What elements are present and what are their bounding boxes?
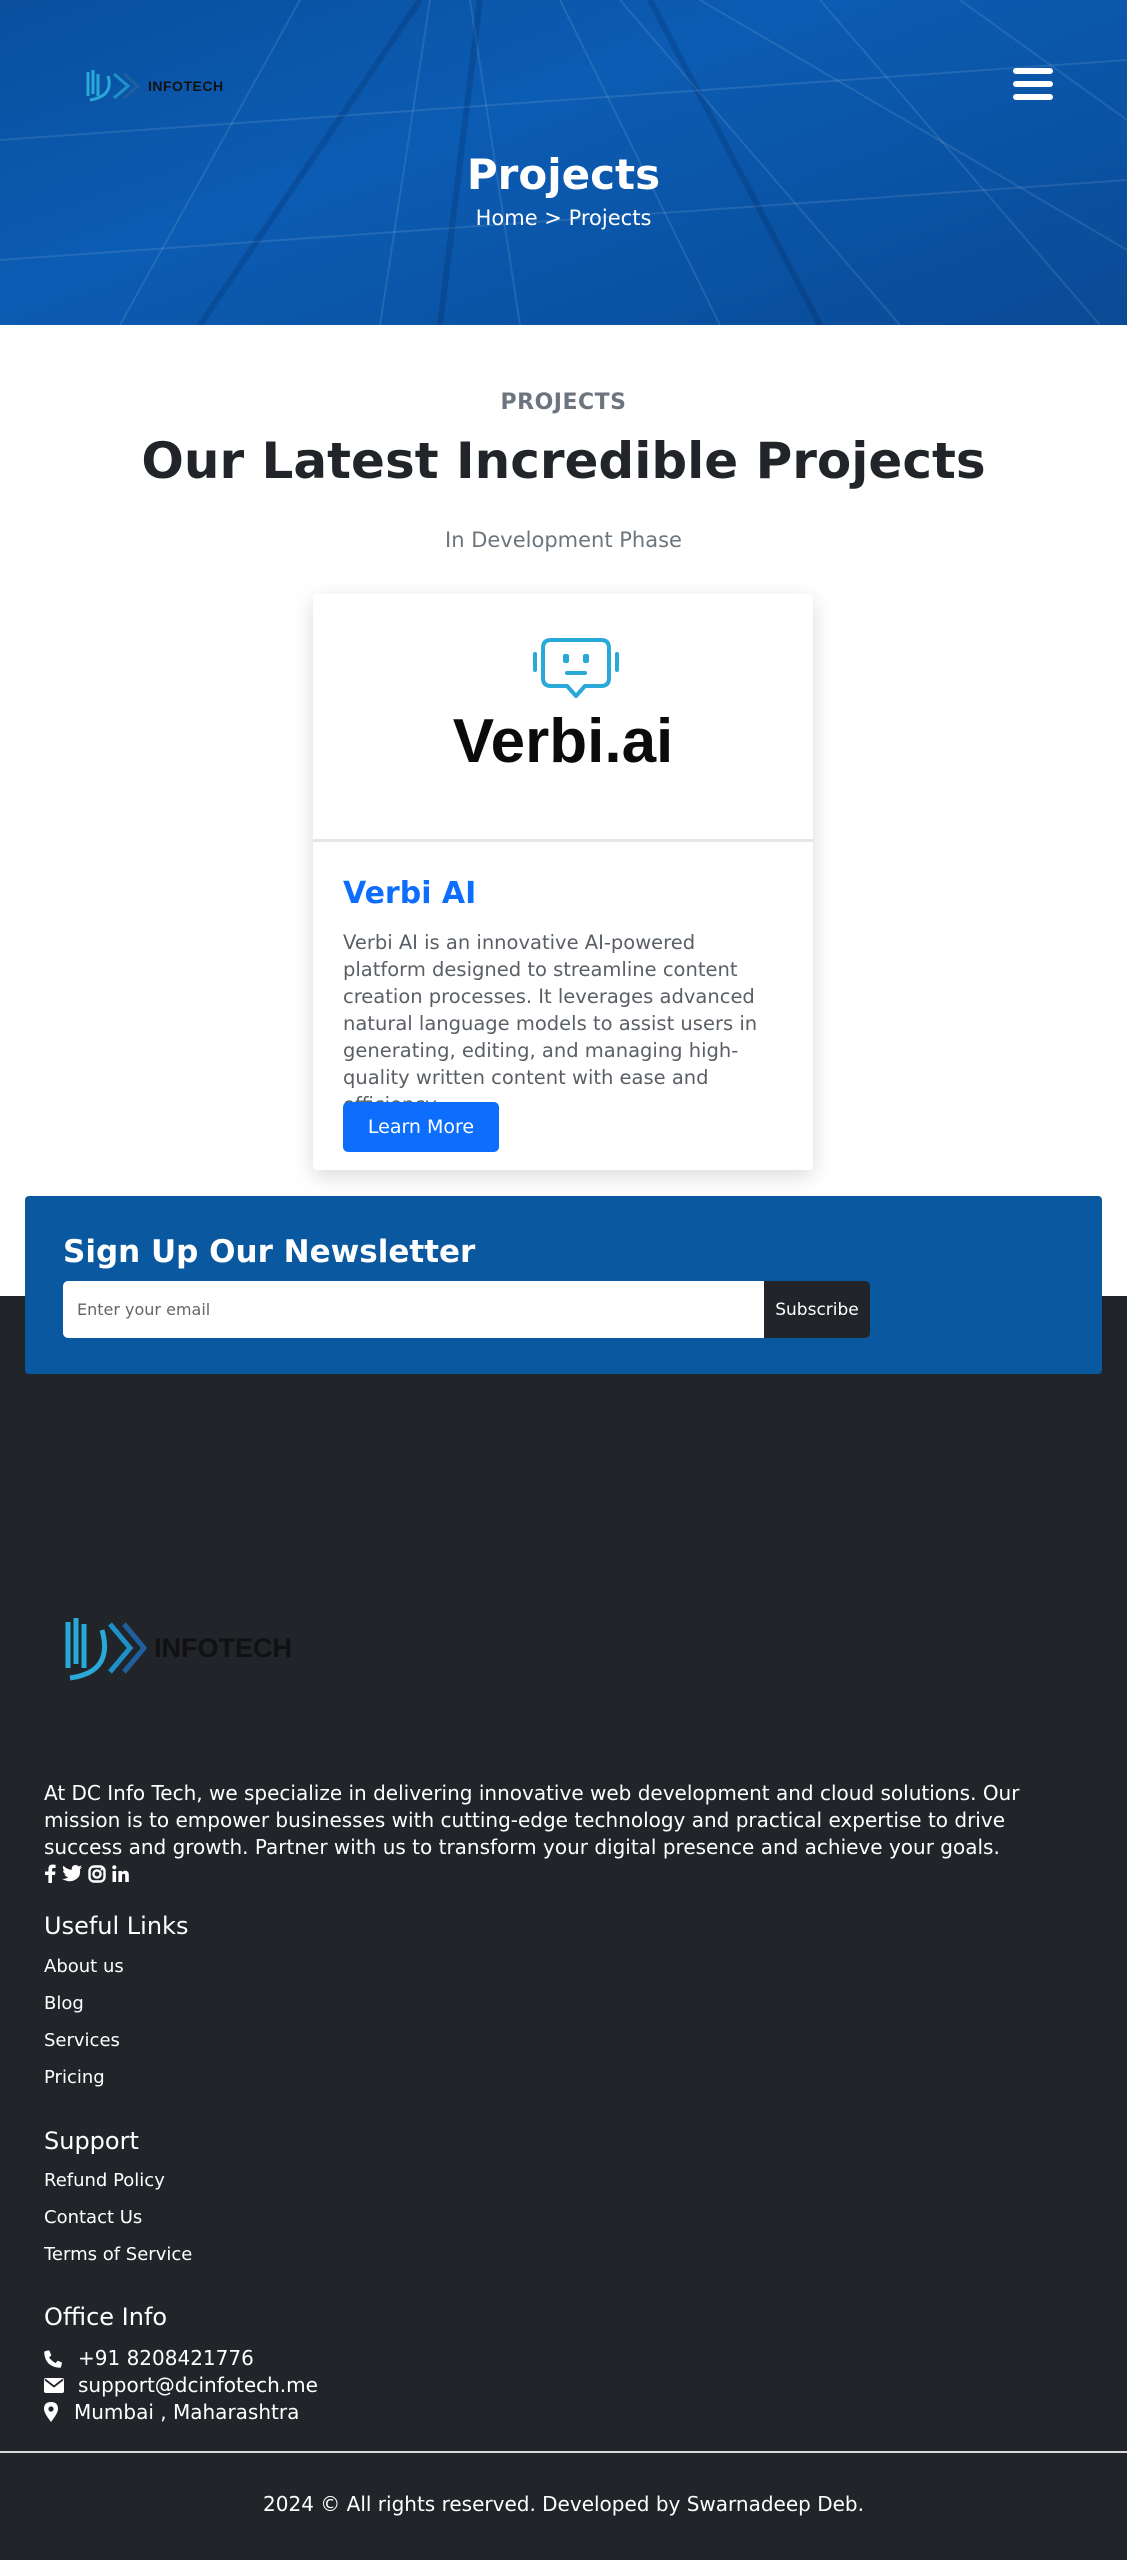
- menu-toggle-button[interactable]: [1013, 68, 1053, 104]
- section-title: Our Latest Incredible Projects: [141, 432, 986, 490]
- support-heading: Support: [44, 2127, 139, 2155]
- breadcrumb-separator: >: [544, 206, 562, 230]
- footer-logo-text: INFOTECH: [154, 1632, 292, 1663]
- subscribe-button[interactable]: Subscribe: [764, 1281, 870, 1338]
- footer-link-pricing[interactable]: Pricing: [44, 2067, 105, 2088]
- breadcrumb-current: Projects: [568, 206, 652, 230]
- footer-divider: [0, 2451, 1127, 2453]
- verbi-logo-text: Verbi.ai: [452, 707, 674, 776]
- facebook-icon[interactable]: [44, 1864, 56, 1883]
- company-description: At DC Info Tech, we specialize in delive…: [44, 1781, 1020, 1859]
- envelope-icon: [44, 2377, 72, 2393]
- twitter-icon[interactable]: [62, 1865, 82, 1882]
- page-header: INFOTECH Projects Home > Projects: [0, 0, 1127, 325]
- footer-link-terms[interactable]: Terms of Service: [44, 2244, 192, 2265]
- footer-link-contact-us[interactable]: Contact Us: [44, 2207, 142, 2228]
- office-email: support@dcinfotech.me: [44, 2373, 318, 2397]
- project-description: Verbi AI is an innovative AI-powered pla…: [343, 931, 758, 1116]
- copyright-text: 2024 © All rights reserved. Developed by…: [263, 2492, 864, 2516]
- footer-link-blog[interactable]: Blog: [44, 1993, 84, 2014]
- office-email-text: support@dcinfotech.me: [78, 2373, 318, 2397]
- breadcrumb-home-link[interactable]: Home: [476, 206, 538, 230]
- office-info-heading: Office Info: [44, 2303, 168, 2331]
- section-eyebrow: PROJECTS: [500, 390, 627, 415]
- menu-bar: [1013, 94, 1053, 100]
- instagram-icon[interactable]: [88, 1864, 106, 1883]
- footer-link-services[interactable]: Services: [44, 2030, 120, 2051]
- office-location: Mumbai , Maharashtra: [44, 2400, 299, 2424]
- header-logo[interactable]: INFOTECH: [84, 66, 224, 106]
- footer-logo[interactable]: INFOTECH: [60, 1608, 292, 1688]
- project-card-image: Verbi.ai: [313, 594, 813, 842]
- linkedin-icon[interactable]: [112, 1865, 129, 1882]
- section-subtitle: In Development Phase: [445, 528, 682, 552]
- logo-text: INFOTECH: [148, 78, 224, 94]
- project-card: Verbi.ai Verbi AI Verbi AI is an innovat…: [313, 594, 813, 1170]
- newsletter-box: Sign Up Our Newsletter Subscribe: [25, 1196, 1102, 1374]
- project-card-body: Verbi AI Verbi AI is an innovative AI-po…: [313, 842, 813, 1118]
- social-links: [44, 1864, 129, 1883]
- footer-link-refund-policy[interactable]: Refund Policy: [44, 2170, 165, 2191]
- page-title: Projects: [466, 150, 661, 199]
- office-phone-text: +91 8208421776: [78, 2346, 254, 2370]
- project-title: Verbi AI: [343, 876, 477, 911]
- menu-bar: [1013, 68, 1053, 74]
- breadcrumb: Home > Projects: [0, 206, 1127, 230]
- phone-icon: [44, 2349, 72, 2368]
- useful-links-heading: Useful Links: [44, 1912, 189, 1940]
- office-phone: +91 8208421776: [44, 2346, 254, 2370]
- map-marker-icon: [44, 2402, 72, 2422]
- logo-mark-icon: [86, 70, 141, 102]
- robot-chat-icon: [533, 638, 619, 698]
- learn-more-button[interactable]: Learn More: [343, 1102, 499, 1152]
- menu-bar: [1013, 81, 1053, 87]
- logo-mark-icon: [65, 1618, 148, 1681]
- newsletter-title: Sign Up Our Newsletter: [63, 1234, 476, 1270]
- office-location-text: Mumbai , Maharashtra: [74, 2400, 300, 2424]
- newsletter-email-input[interactable]: [63, 1281, 765, 1338]
- footer-link-about[interactable]: About us: [44, 1956, 124, 1977]
